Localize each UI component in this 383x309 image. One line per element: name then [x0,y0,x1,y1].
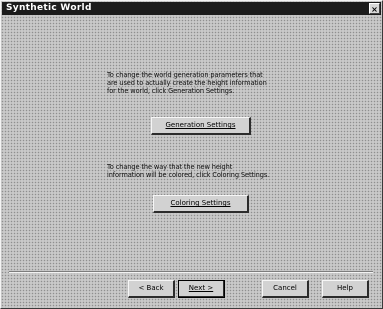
cancel-button[interactable]: Cancel [262,280,309,298]
coloring-text-line: information will be colored, click Color… [107,171,270,179]
window-title: Synthetic World [6,3,92,13]
generation-text-line: are used to actually create the height i… [107,79,267,87]
coloring-settings-label: Coloring Settings [170,199,231,207]
next-button[interactable]: Next > [178,280,225,298]
back-label: < Back [138,284,164,292]
wizard-dialog: Synthetic World × To change the world ge… [0,0,383,309]
footer-separator [9,271,373,273]
generation-settings-label: Generation Settings [165,121,236,129]
help-button[interactable]: Help [322,280,369,298]
cancel-label: Cancel [273,284,297,292]
coloring-description: To change the way that the new height in… [107,163,269,179]
generation-text-line: for the world, click Generation Settings… [107,87,235,95]
next-label: Next > [188,284,214,292]
coloring-text-line: To change the way that the new height [107,163,233,171]
generation-settings-button[interactable]: Generation Settings [151,117,251,135]
close-button[interactable]: × [369,3,380,14]
title-bar[interactable]: Synthetic World × [2,2,381,15]
back-button[interactable]: < Back [128,280,175,298]
generation-description: To change the world generation parameter… [107,71,267,95]
close-icon: × [371,5,378,14]
coloring-settings-button[interactable]: Coloring Settings [153,195,249,213]
help-label: Help [337,284,353,292]
generation-text-line: To change the world generation parameter… [107,71,263,79]
